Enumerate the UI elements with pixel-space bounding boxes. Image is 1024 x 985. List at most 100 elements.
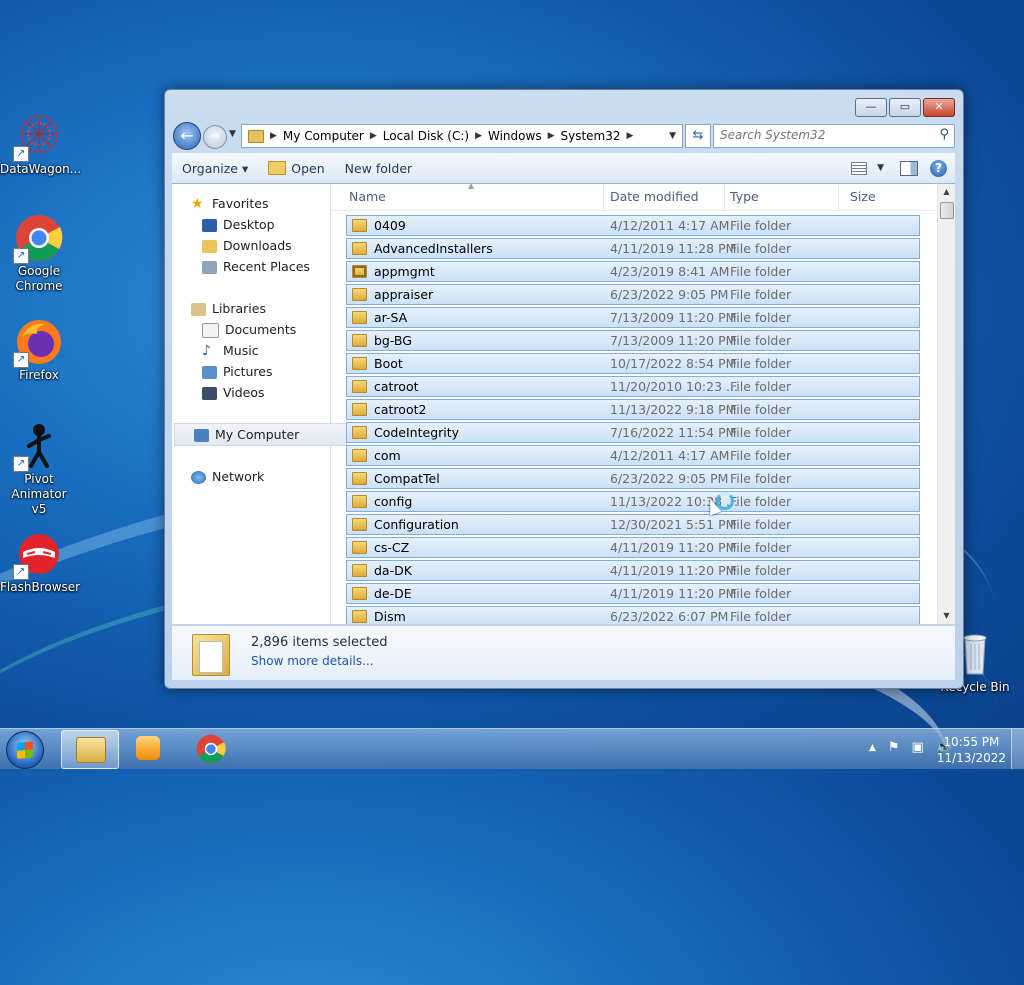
breadcrumb-chevron-icon[interactable]: ▶	[546, 131, 557, 141]
breadcrumb-chevron-icon[interactable]: ▶	[368, 131, 379, 141]
file-row[interactable]: com 4/12/2011 4:17 AM File folder	[346, 445, 920, 466]
search-input[interactable]	[714, 125, 936, 145]
details-pane: 2,896 items selected Show more details..…	[172, 625, 955, 680]
selection-count: 2,896 items selected	[251, 635, 388, 650]
show-more-details-link[interactable]: Show more details...	[251, 654, 374, 668]
organize-button[interactable]: Organize ▾	[172, 161, 258, 176]
nav-my-computer[interactable]: My Computer	[174, 423, 347, 446]
file-row[interactable]: bg-BG 7/13/2009 11:20 PM File folder	[346, 330, 920, 351]
scrollbar-thumb[interactable]	[940, 202, 954, 219]
column-size[interactable]: Size	[844, 184, 926, 210]
network-tray-icon[interactable]: ▣	[912, 740, 924, 756]
close-button[interactable]: ✕	[923, 98, 955, 117]
nav-documents[interactable]: Documents	[172, 319, 358, 340]
search-box[interactable]: ⚲	[713, 124, 955, 148]
file-row[interactable]: cs-CZ 4/11/2019 11:20 PM File folder	[346, 537, 920, 558]
file-row[interactable]: Boot 10/17/2022 8:54 PM File folder	[346, 353, 920, 374]
nav-music[interactable]: ♪ Music	[172, 340, 358, 361]
file-row[interactable]: catroot2 11/13/2022 9:18 PM File folder	[346, 399, 920, 420]
scroll-down-icon[interactable]: ▼	[938, 608, 955, 624]
file-date-modified: 4/12/2011 4:17 AM	[610, 218, 730, 233]
file-name: catroot2	[374, 402, 427, 417]
desktop-icon-datawagon[interactable]: ↗ DataWagon...	[0, 112, 81, 177]
breadcrumb-system32[interactable]: System32	[557, 129, 625, 143]
action-center-flag-icon[interactable]: ⚑	[888, 740, 900, 756]
desktop-icon-firefox[interactable]: ↗ Firefox	[0, 318, 78, 383]
file-type: File folder	[730, 563, 792, 578]
file-date-modified: 6/23/2022 9:05 PM	[610, 471, 729, 486]
open-button[interactable]: Open	[258, 161, 334, 176]
address-dropdown-icon[interactable]: ▼	[663, 131, 682, 141]
file-name: de-DE	[374, 586, 412, 601]
column-type[interactable]: Type	[724, 184, 839, 210]
scroll-up-icon[interactable]: ▲	[938, 184, 955, 200]
breadcrumb-windows[interactable]: Windows	[484, 129, 546, 143]
maximize-button[interactable]: ▭	[889, 98, 921, 117]
start-button[interactable]	[6, 731, 44, 769]
search-icon[interactable]: ⚲	[939, 127, 949, 142]
address-bar[interactable]: ▶ My Computer ▶ Local Disk (C:) ▶ Window…	[241, 124, 683, 148]
file-date-modified: 7/13/2009 11:20 PM	[610, 310, 737, 325]
file-row[interactable]: config 11/13/2022 10:38 ... File folder	[346, 491, 920, 512]
new-folder-button[interactable]: New folder	[335, 161, 423, 176]
breadcrumb-chevron-icon[interactable]: ▶	[268, 131, 279, 141]
file-row[interactable]: 0409 4/12/2011 4:17 AM File folder	[346, 215, 920, 236]
nav-pictures[interactable]: Pictures	[172, 361, 358, 382]
file-row[interactable]: CodeIntegrity 7/16/2022 11:54 PM File fold…	[346, 422, 920, 443]
nav-libraries[interactable]: Libraries	[172, 298, 347, 319]
file-row[interactable]: appmgmt 4/23/2019 8:41 AM File folder	[346, 261, 920, 282]
desktop-icon-flashbrowser[interactable]: ↗ FlashBrowser	[0, 530, 80, 595]
file-date-modified: 10/17/2022 8:54 PM	[610, 356, 737, 371]
forward-button[interactable]: →	[203, 125, 227, 149]
taskbar-explorer-button[interactable]	[61, 730, 119, 769]
refresh-icon: ⇆	[692, 128, 704, 143]
file-row[interactable]: appraiser 6/23/2022 9:05 PM File folder	[346, 284, 920, 305]
file-type: File folder	[730, 540, 792, 555]
file-row[interactable]: Configuration 12/30/2021 5:51 PM File fold…	[346, 514, 920, 535]
nav-downloads[interactable]: Downloads	[172, 235, 358, 256]
nav-favorites[interactable]: ★ Favorites	[172, 193, 347, 214]
vertical-scrollbar[interactable]: ▲ ▼	[937, 184, 955, 624]
help-icon[interactable]: ?	[930, 159, 947, 177]
minimize-button[interactable]: —	[855, 98, 887, 117]
nav-recent-places[interactable]: Recent Places	[172, 256, 358, 277]
chrome-icon	[196, 734, 226, 764]
file-row[interactable]: Dism 6/23/2022 6:07 PM File folder	[346, 606, 920, 624]
preview-pane-icon[interactable]	[900, 160, 918, 176]
folder-icon	[352, 472, 367, 485]
file-row[interactable]: de-DE 4/11/2019 11:20 PM File folder	[346, 583, 920, 604]
nav-label: Music	[223, 343, 259, 358]
pictures-icon	[202, 366, 217, 379]
desktop-icon-label: Google Chrome	[15, 264, 63, 293]
nav-label: Network	[212, 469, 265, 484]
back-button[interactable]: ←	[173, 122, 201, 150]
breadcrumb-my-computer[interactable]: My Computer	[279, 129, 368, 143]
show-desktop-button[interactable]	[1011, 729, 1024, 769]
taskbar-media-player-button[interactable]	[120, 730, 176, 767]
nav-label: Recent Places	[223, 259, 310, 274]
show-hidden-icons-icon[interactable]: ▲	[869, 740, 876, 756]
breadcrumb-chevron-icon[interactable]: ▶	[473, 131, 484, 141]
recent-pages-dropdown[interactable]: ▼	[229, 129, 236, 139]
breadcrumb-chevron-icon[interactable]: ▶	[625, 131, 636, 141]
file-row[interactable]: ar-SA 7/13/2009 11:20 PM File folder	[346, 307, 920, 328]
file-type: File folder	[730, 287, 792, 302]
file-row[interactable]: CompatTel 6/23/2022 9:05 PM File folder	[346, 468, 920, 489]
clock[interactable]: 10:55 PM 11/13/2022	[937, 734, 1006, 766]
view-dropdown-icon[interactable]: ▼	[877, 163, 884, 173]
nav-desktop[interactable]: Desktop	[172, 214, 358, 235]
desktop-icon-chrome[interactable]: ↗ Google Chrome	[0, 214, 78, 294]
file-type: File folder	[730, 402, 792, 417]
column-date-modified[interactable]: Date modified	[604, 184, 725, 210]
refresh-button[interactable]: ⇆	[685, 124, 711, 148]
nav-videos[interactable]: Videos	[172, 382, 358, 403]
file-row[interactable]: da-DK 4/11/2019 11:20 PM File folder	[346, 560, 920, 581]
nav-network[interactable]: Network	[172, 466, 347, 487]
navigation-bar: ← → ▼ ▶ My Computer ▶ Local Disk (C:) ▶ …	[173, 122, 955, 150]
change-view-icon[interactable]	[851, 161, 868, 175]
file-row[interactable]: AdvancedInstallers 4/11/2019 11:28 PM File…	[346, 238, 920, 259]
breadcrumb-local-disk[interactable]: Local Disk (C:)	[379, 129, 473, 143]
file-row[interactable]: catroot 11/20/2010 10:23 ... File folder	[346, 376, 920, 397]
desktop-icon-pivot[interactable]: ↗ Pivot Animator v5	[0, 422, 78, 517]
taskbar-chrome-button[interactable]	[184, 730, 240, 767]
